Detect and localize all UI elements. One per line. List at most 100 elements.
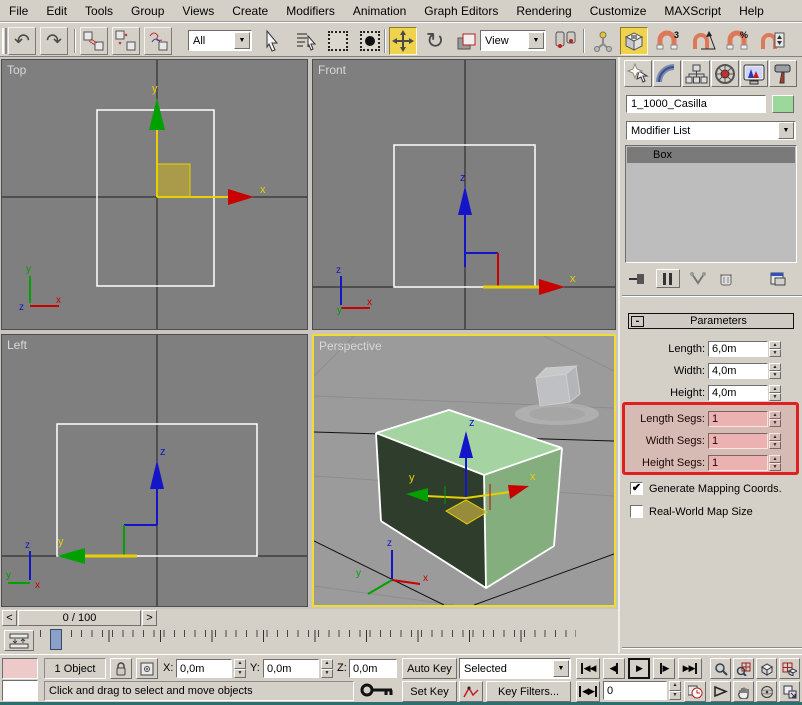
menu-customize[interactable]: Customize [581, 1, 656, 21]
height-segs-spinner[interactable]: ▲ ▼ [769, 454, 781, 471]
window-crossing-toggle-button[interactable] [356, 27, 384, 55]
select-and-move-button[interactable] [389, 27, 417, 55]
viewport-front-canvas[interactable]: z x z x y [313, 60, 616, 330]
rectangular-selection-region-button[interactable] [324, 27, 352, 55]
length-segs-field[interactable]: 1 [708, 410, 768, 427]
auto-key-button[interactable]: Auto Key [402, 658, 457, 679]
viewport-left-label[interactable]: Left [7, 338, 27, 352]
go-to-end-button[interactable]: ▶▶ [678, 658, 702, 679]
zoom-button[interactable] [710, 658, 731, 679]
width-segs-field[interactable]: 1 [708, 432, 768, 449]
menu-graph-editors[interactable]: Graph Editors [415, 1, 507, 21]
unlink-selection-button[interactable] [112, 27, 140, 55]
toolbar-drag-handle[interactable] [2, 28, 7, 54]
previous-frame-button[interactable]: ◀ [603, 658, 625, 679]
selection-set-dropdown[interactable]: Selected ▼ [459, 658, 571, 679]
zoom-extents-button[interactable] [756, 658, 777, 679]
dropdown-arrow-icon[interactable]: ▼ [528, 32, 544, 49]
select-and-rotate-button[interactable]: ↻ [421, 27, 449, 55]
height-segs-field[interactable]: 1 [708, 454, 768, 471]
viewport-perspective-canvas[interactable]: z y x z y x [314, 336, 614, 605]
use-pivot-point-center-button[interactable] [552, 27, 580, 55]
viewport-top-canvas[interactable]: y x y x z [2, 60, 308, 330]
select-object-button[interactable] [258, 27, 286, 55]
menu-rendering[interactable]: Rendering [507, 1, 580, 21]
menu-views[interactable]: Views [173, 1, 223, 21]
frame-spinner[interactable]: ▲ ▼ [669, 681, 681, 700]
play-button[interactable]: ▶ [628, 658, 650, 679]
menu-create[interactable]: Create [223, 1, 277, 21]
modifier-list-dropdown[interactable]: Modifier List ▼ [626, 121, 796, 140]
open-mini-curve-editor-button[interactable] [4, 630, 34, 651]
zoom-extents-all-button[interactable] [779, 658, 800, 679]
y-coordinate-field[interactable]: 0,0m [263, 659, 319, 678]
tab-create[interactable] [624, 60, 652, 87]
generate-mapping-checkbox[interactable]: ✔ [630, 482, 643, 495]
maxscript-listener-script-line[interactable] [2, 680, 38, 701]
selection-filter-dropdown[interactable]: All ▼ [188, 30, 252, 51]
pan-button[interactable] [733, 681, 754, 702]
time-slider-handle[interactable]: 0 / 100 [18, 610, 141, 626]
menu-modifiers[interactable]: Modifiers [277, 1, 344, 21]
tab-hierarchy[interactable] [682, 60, 710, 87]
viewport-left[interactable]: Left z y z y x [1, 334, 308, 607]
viewport-front[interactable]: Front z x z x y [312, 59, 616, 330]
undo-button[interactable]: ↶ [8, 27, 36, 55]
bind-to-spacewarp-button[interactable] [144, 27, 172, 55]
maxscript-listener-macro-line[interactable] [2, 658, 38, 679]
height-field[interactable]: 4,0m [708, 384, 768, 401]
length-segs-spinner[interactable]: ▲ ▼ [769, 410, 781, 427]
next-frame-button[interactable]: ▶ [653, 658, 675, 679]
time-slider-prev-button[interactable]: < [2, 610, 17, 626]
key-filters-button[interactable]: Key Filters... [486, 681, 571, 702]
z-coordinate-field[interactable]: 0,0m [349, 659, 397, 678]
move-gizmo[interactable]: z x [458, 172, 576, 295]
time-slider-next-button[interactable]: > [142, 610, 157, 626]
viewport-top[interactable]: Top y x y x z [1, 59, 308, 330]
snaps-toggle-button[interactable] [620, 27, 648, 55]
percent-snap-toggle-button[interactable]: % [724, 27, 752, 55]
modifier-stack-list[interactable]: Box [625, 145, 797, 263]
real-world-map-checkbox[interactable] [630, 505, 643, 518]
dropdown-arrow-icon[interactable]: ▼ [234, 32, 250, 49]
snap-toggle-3-button[interactable]: 3 [654, 27, 682, 55]
menu-help[interactable]: Help [730, 1, 773, 21]
select-and-link-button[interactable] [80, 27, 108, 55]
object-color-swatch[interactable] [772, 95, 794, 113]
menu-maxscript[interactable]: MAXScript [655, 1, 730, 21]
selection-lock-toggle[interactable] [110, 658, 132, 679]
parameters-rollout-header[interactable]: - Parameters [628, 313, 794, 329]
menu-tools[interactable]: Tools [76, 1, 122, 21]
stack-item-box[interactable]: Box [627, 147, 795, 163]
dropdown-arrow-icon[interactable]: ▼ [778, 122, 794, 139]
menu-animation[interactable]: Animation [344, 1, 415, 21]
arc-rotate-button[interactable] [756, 681, 777, 702]
length-spinner[interactable]: ▲ ▼ [769, 340, 781, 357]
viewport-perspective[interactable]: Perspective z y x z y x [312, 334, 616, 607]
current-frame-marker[interactable] [50, 629, 62, 650]
show-end-result-button[interactable] [656, 269, 680, 288]
field-of-view-button[interactable] [710, 681, 731, 702]
pin-stack-button[interactable] [626, 269, 650, 288]
key-mode-toggle-button[interactable]: ◀▶ [576, 681, 600, 702]
make-unique-button[interactable] [686, 269, 710, 288]
object-name-field[interactable]: 1_1000_Casilla [626, 95, 766, 113]
tab-modify[interactable] [653, 60, 681, 87]
box-object[interactable] [375, 409, 563, 590]
width-segs-spinner[interactable]: ▲ ▼ [769, 432, 781, 449]
viewport-top-label[interactable]: Top [7, 63, 26, 77]
x-spinner[interactable]: ▲ ▼ [234, 659, 246, 678]
tab-motion[interactable] [711, 60, 739, 87]
dropdown-arrow-icon[interactable]: ▼ [553, 660, 569, 677]
height-spinner[interactable]: ▲ ▼ [769, 384, 781, 401]
viewport-front-label[interactable]: Front [318, 63, 346, 77]
time-configuration-button[interactable] [684, 681, 706, 702]
viewport-left-canvas[interactable]: z y z y x [2, 335, 308, 607]
move-gizmo[interactable]: z y [57, 446, 166, 564]
tab-display[interactable] [740, 60, 768, 87]
menu-file[interactable]: File [0, 1, 37, 21]
menu-edit[interactable]: Edit [37, 1, 76, 21]
redo-button[interactable]: ↷ [40, 27, 68, 55]
select-and-manipulate-button[interactable] [589, 27, 617, 55]
width-spinner[interactable]: ▲ ▼ [769, 362, 781, 379]
